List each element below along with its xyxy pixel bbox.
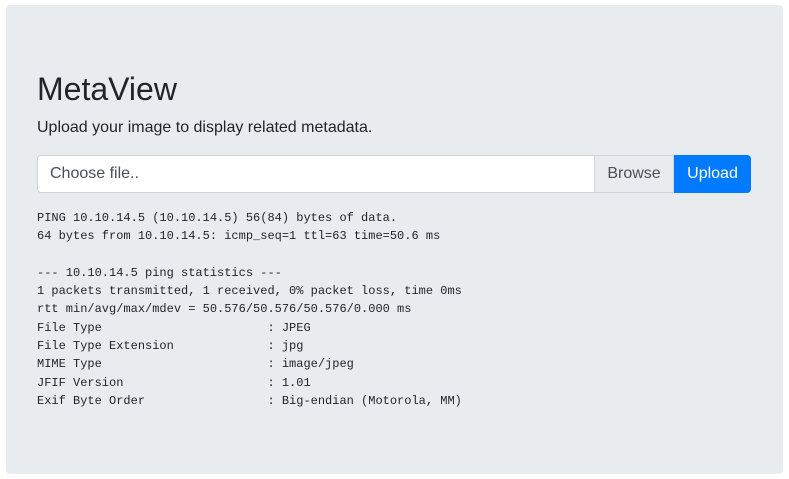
browse-button[interactable]: Browse [594,155,674,193]
jumbotron-container: MetaView Upload your image to display re… [6,5,783,474]
upload-button[interactable]: Upload [674,155,751,193]
page-title: MetaView [37,71,177,107]
page-subtitle: Upload your image to display related met… [37,119,373,136]
upload-form: Choose file.. Browse Upload [37,155,751,193]
command-output: PING 10.10.14.5 (10.10.14.5) 56(84) byte… [37,211,462,408]
file-input-label[interactable]: Choose file.. [37,155,594,193]
